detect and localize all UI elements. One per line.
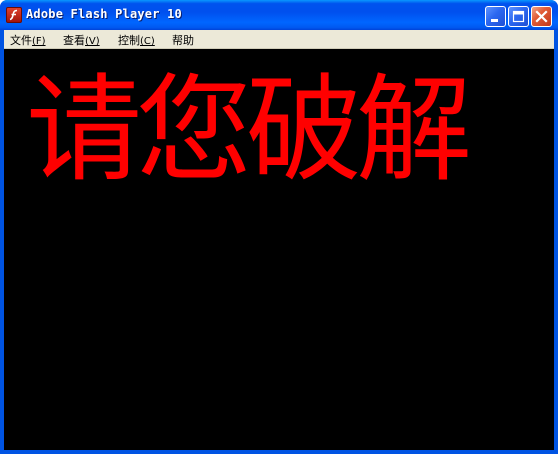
flash-player-icon[interactable] xyxy=(6,7,22,23)
stage-message: 请您破解 xyxy=(26,63,472,198)
menu-control[interactable]: 控制(C) xyxy=(118,32,155,48)
menu-file[interactable]: 文件(F) xyxy=(10,32,46,48)
menu-help-label: 帮助 xyxy=(172,34,194,47)
window-title: Adobe Flash Player 10 xyxy=(26,7,182,21)
maximize-icon xyxy=(512,10,525,23)
minimize-button[interactable] xyxy=(485,6,506,27)
menu-view-label: 查看 xyxy=(63,34,85,47)
menu-view-accel: (V) xyxy=(85,36,100,47)
menu-help[interactable]: 帮助 xyxy=(172,32,194,48)
menu-control-accel: (C) xyxy=(140,36,155,47)
minimize-icon xyxy=(491,19,498,22)
menu-control-label: 控制 xyxy=(118,34,140,47)
flash-stage[interactable]: 请您破解 xyxy=(4,49,554,450)
title-bar[interactable]: Adobe Flash Player 10 xyxy=(0,0,558,30)
menu-view[interactable]: 查看(V) xyxy=(63,32,100,48)
flash-player-window: Adobe Flash Player 10 文件(F) 查看(V) 控制(C) xyxy=(0,0,558,454)
menu-bar: 文件(F) 查看(V) 控制(C) 帮助 xyxy=(4,30,554,49)
maximize-button[interactable] xyxy=(508,6,529,27)
close-button[interactable] xyxy=(531,6,552,27)
close-icon xyxy=(535,10,548,23)
menu-file-accel: (F) xyxy=(32,36,46,47)
menu-file-label: 文件 xyxy=(10,34,32,47)
